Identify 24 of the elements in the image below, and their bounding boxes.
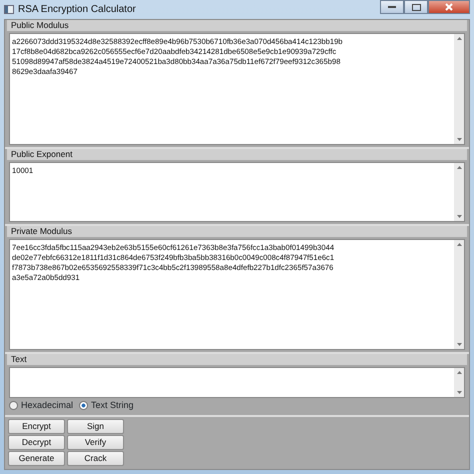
- close-icon: [445, 3, 453, 11]
- minimize-icon: [388, 6, 396, 8]
- action-button[interactable]: Encrypt: [8, 419, 65, 434]
- app-icon: [4, 5, 14, 14]
- radio-button[interactable]: [9, 400, 18, 410]
- action-button[interactable]: Verify: [67, 435, 124, 450]
- group-label: Public Modulus: [7, 20, 467, 31]
- radio-button[interactable]: [79, 400, 88, 410]
- action-button[interactable]: Crack: [67, 451, 124, 466]
- radio-option[interactable]: Hexadecimal: [9, 398, 74, 412]
- group-label: Text: [7, 354, 467, 366]
- group-label: Private Modulus: [7, 226, 467, 237]
- maximize-button[interactable]: [404, 0, 428, 14]
- minimize-button[interactable]: [380, 0, 404, 14]
- radio-option[interactable]: Text String: [79, 398, 134, 412]
- maximize-icon: [412, 4, 420, 10]
- action-button[interactable]: Generate: [8, 451, 65, 466]
- action-button[interactable]: Decrypt: [8, 435, 65, 450]
- radio-label: Text String: [91, 398, 134, 412]
- group-label: Public Exponent: [7, 148, 467, 160]
- window-title: RSA Encryption Calculator: [18, 3, 136, 17]
- action-button[interactable]: Sign: [67, 419, 124, 434]
- close-button[interactable]: [428, 0, 470, 14]
- radio-label: Hexadecimal: [21, 398, 74, 412]
